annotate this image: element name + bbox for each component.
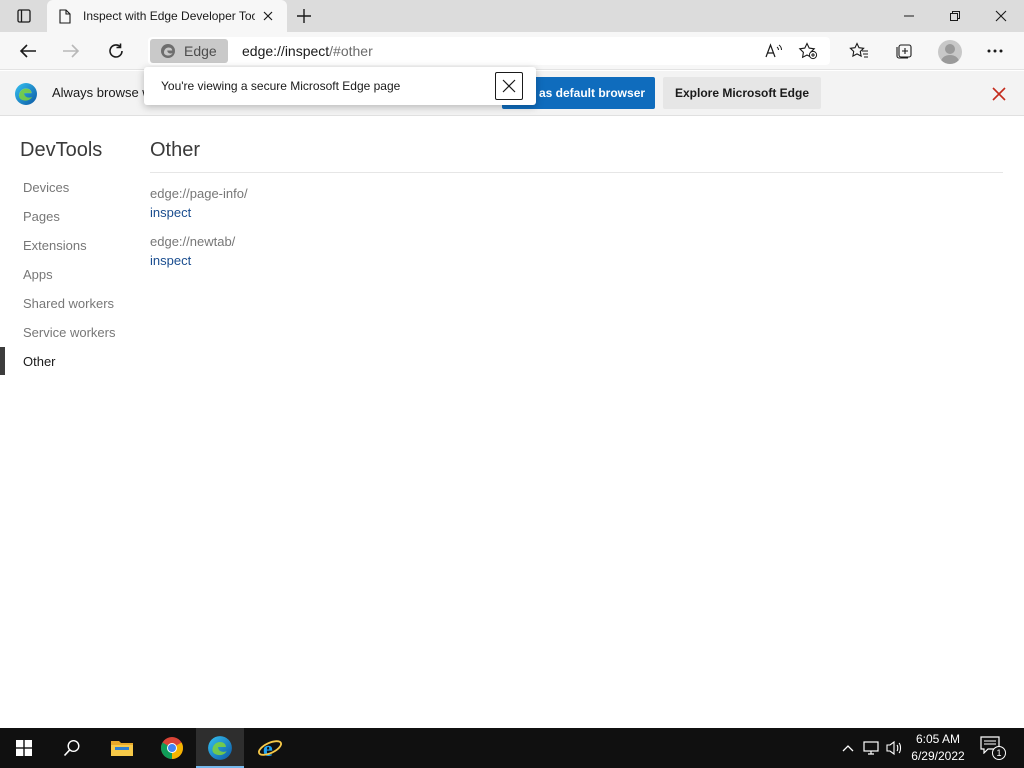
target-url: edge://newtab/ [150, 234, 236, 249]
network-button[interactable] [862, 738, 882, 758]
settings-more-button[interactable] [979, 35, 1011, 67]
close-icon [995, 10, 1007, 22]
tray-overflow-button[interactable] [838, 738, 858, 758]
network-icon [863, 741, 879, 755]
site-info-button[interactable]: Edge [150, 39, 228, 63]
taskbar-internet-explorer[interactable]: e [246, 728, 294, 768]
sidebar-item-shared-workers[interactable]: Shared workers [23, 296, 114, 311]
page-title: Other [150, 139, 201, 161]
taskbar-edge[interactable] [196, 728, 244, 768]
volume-icon [886, 740, 902, 756]
clock-date: 6/29/2022 [911, 749, 965, 763]
minimize-button[interactable] [886, 0, 932, 32]
volume-button[interactable] [885, 738, 905, 758]
tab-title: Inspect with Edge Developer Tools [83, 9, 255, 23]
edge-logo-icon [15, 83, 37, 105]
sidebar-item-service-workers[interactable]: Service workers [23, 325, 115, 340]
favorites-icon [849, 42, 868, 58]
profile-avatar[interactable] [938, 40, 962, 64]
notification-count-badge: 1 [992, 746, 1006, 760]
toolbar: Edge edge://inspect/#other [0, 32, 1024, 70]
popup-message: You're viewing a secure Microsoft Edge p… [161, 79, 401, 93]
explore-edge-button[interactable]: Explore Microsoft Edge [663, 77, 821, 109]
chrome-icon [161, 737, 183, 759]
url-text[interactable]: edge://inspect/#other [242, 43, 373, 59]
clock-time: 6:05 AM [915, 732, 961, 746]
sidebar-item-apps[interactable]: Apps [23, 267, 53, 282]
refresh-icon [109, 43, 123, 58]
back-arrow-icon [19, 44, 36, 58]
star-add-icon [798, 42, 818, 60]
add-favorite-button[interactable] [796, 39, 820, 63]
start-icon [16, 740, 32, 756]
internet-explorer-icon: e [258, 736, 282, 761]
target-url: edge://page-info/ [150, 186, 248, 201]
chip-label: Edge [184, 43, 217, 59]
forward-button[interactable] [55, 35, 87, 67]
chevron-up-icon [842, 745, 854, 752]
taskbar-file-explorer[interactable] [98, 728, 146, 768]
site-info-popup: You're viewing a secure Microsoft Edge p… [144, 67, 536, 105]
read-aloud-button[interactable] [762, 39, 786, 63]
inspect-link[interactable]: inspect [150, 205, 191, 220]
forward-arrow-icon [63, 44, 80, 58]
sidebar-item-other[interactable]: Other [23, 354, 56, 369]
active-item-marker [0, 347, 5, 375]
restore-button[interactable] [932, 0, 978, 32]
more-icon [987, 49, 1003, 53]
refresh-button[interactable] [100, 35, 132, 67]
taskbar-chrome[interactable] [148, 728, 196, 768]
inspect-link[interactable]: inspect [150, 253, 191, 268]
plus-icon [297, 9, 311, 23]
sidebar-title: DevTools [20, 139, 103, 161]
taskbar: e 6:05 AM 6/29/2022 1 [0, 728, 1024, 768]
tab-actions-icon [17, 9, 31, 23]
minimize-icon [904, 15, 914, 17]
start-button[interactable] [0, 728, 48, 768]
favorites-button[interactable] [843, 35, 875, 67]
page-icon [59, 8, 73, 24]
action-center-button[interactable]: 1 [980, 736, 1006, 760]
sidebar-item-extensions[interactable]: Extensions [23, 238, 87, 253]
close-icon [502, 79, 516, 93]
taskbar-search-button[interactable] [48, 728, 96, 768]
tab-actions-button[interactable] [8, 4, 40, 28]
edge-icon [208, 736, 232, 760]
search-icon [63, 739, 80, 757]
restore-icon [950, 11, 960, 21]
system-clock[interactable]: 6:05 AM 6/29/2022 [905, 731, 971, 765]
title-divider [150, 172, 1003, 173]
collections-button[interactable] [888, 35, 920, 67]
infobar-close-icon[interactable] [990, 85, 1008, 103]
address-bar[interactable]: Edge edge://inspect/#other [148, 37, 830, 65]
sidebar-item-devices[interactable]: Devices [23, 180, 69, 195]
infobar-message: Always browse w [52, 85, 152, 100]
close-window-button[interactable] [978, 0, 1024, 32]
back-button[interactable] [12, 35, 44, 67]
active-tab[interactable]: Inspect with Edge Developer Tools [47, 0, 287, 32]
collections-icon [896, 44, 912, 59]
edge-icon [161, 44, 175, 58]
popup-close-button[interactable] [495, 72, 523, 100]
read-aloud-icon [765, 43, 782, 58]
tab-close-icon[interactable] [261, 9, 275, 23]
file-explorer-icon [111, 741, 133, 756]
tab-strip: Inspect with Edge Developer Tools [0, 0, 1024, 32]
new-tab-button[interactable] [292, 5, 316, 27]
sidebar-item-pages[interactable]: Pages [23, 209, 60, 224]
svg-text:e: e [263, 736, 273, 761]
